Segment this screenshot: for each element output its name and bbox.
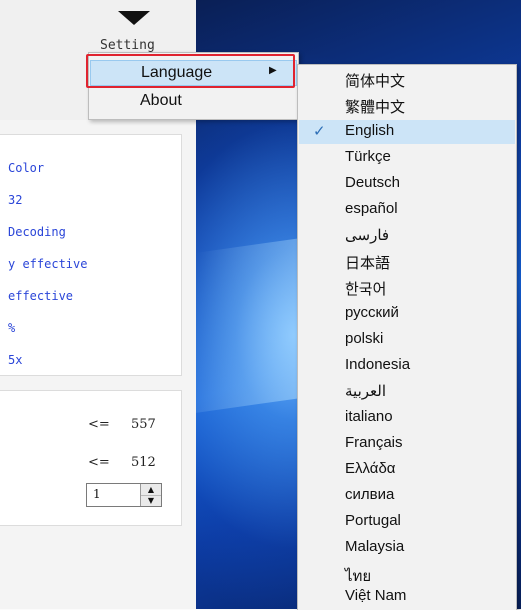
language-item[interactable]: Français bbox=[299, 432, 515, 456]
language-item[interactable]: Việt Nam bbox=[299, 585, 515, 609]
compare-operator: <= bbox=[88, 455, 110, 470]
setting-line[interactable]: Color bbox=[8, 161, 44, 175]
language-label: Ελλάδα bbox=[345, 460, 396, 477]
language-item[interactable]: 한국어 bbox=[299, 276, 515, 300]
language-label: English bbox=[345, 122, 395, 139]
language-label: 日本語 bbox=[345, 255, 391, 272]
stepper-buttons: ▲ ▼ bbox=[140, 484, 161, 506]
language-item[interactable]: polski bbox=[299, 328, 515, 352]
language-item[interactable]: italiano bbox=[299, 406, 515, 430]
language-item[interactable]: Ελλάδα bbox=[299, 458, 515, 482]
menu-item-label: About bbox=[140, 92, 182, 109]
language-label: polski bbox=[345, 330, 384, 347]
language-label: 繁體中文 bbox=[345, 99, 406, 116]
language-item[interactable]: 繁體中文 bbox=[299, 94, 515, 118]
language-item[interactable]: Indonesia bbox=[299, 354, 515, 378]
language-item[interactable]: 日本語 bbox=[299, 250, 515, 274]
setting-line[interactable]: 32 bbox=[8, 193, 22, 207]
setting-line[interactable]: 5x bbox=[8, 353, 22, 367]
language-label: Français bbox=[345, 434, 403, 451]
language-label: 简体中文 bbox=[345, 73, 406, 90]
language-label: العربية bbox=[345, 383, 386, 400]
limits-group: <= 557 <= 512 1 ▲ ▼ bbox=[0, 390, 182, 526]
stepper-down-icon[interactable]: ▼ bbox=[141, 495, 161, 506]
language-item[interactable]: español bbox=[299, 198, 515, 222]
language-label: Deutsch bbox=[345, 174, 401, 191]
language-item[interactable]: Portugal bbox=[299, 510, 515, 534]
compare-value: 557 bbox=[131, 417, 156, 432]
language-item[interactable]: 简体中文 bbox=[299, 68, 515, 92]
language-item[interactable]: русский bbox=[299, 302, 515, 326]
menu-item-about[interactable]: About bbox=[90, 89, 297, 113]
compare-operator: <= bbox=[88, 417, 110, 432]
setting-line[interactable]: effective bbox=[8, 289, 73, 303]
setting-line[interactable]: % bbox=[8, 321, 15, 335]
dropdown-triangle-icon[interactable] bbox=[118, 11, 150, 25]
language-label: فارسی bbox=[345, 227, 390, 244]
quantity-stepper[interactable]: 1 ▲ ▼ bbox=[86, 483, 162, 507]
language-label: 한국어 bbox=[345, 281, 387, 298]
check-icon: ✓ bbox=[313, 122, 326, 140]
stepper-value[interactable]: 1 bbox=[93, 487, 101, 501]
settings-group: Color 32 Decoding y effective effective … bbox=[0, 134, 182, 376]
language-item[interactable]: Malaysia bbox=[299, 536, 515, 560]
compare-value: 512 bbox=[131, 455, 156, 470]
language-item[interactable]: ไทย bbox=[299, 562, 515, 586]
language-item[interactable]: Deutsch bbox=[299, 172, 515, 196]
setting-button[interactable]: Setting bbox=[100, 38, 155, 53]
language-item[interactable]: Türkçe bbox=[299, 146, 515, 170]
language-submenu: 简体中文 繁體中文 ✓ English Türkçe Deutsch españo… bbox=[297, 64, 517, 610]
language-label: русский bbox=[345, 304, 399, 321]
highlight-outline bbox=[86, 54, 295, 88]
language-item-selected[interactable]: ✓ English bbox=[299, 120, 515, 144]
language-label: Malaysia bbox=[345, 538, 405, 555]
language-label: Türkçe bbox=[345, 148, 391, 165]
language-item[interactable]: силвиа bbox=[299, 484, 515, 508]
language-label: Indonesia bbox=[345, 356, 411, 373]
setting-line[interactable]: Decoding bbox=[8, 225, 66, 239]
language-item[interactable]: فارسی bbox=[299, 224, 515, 248]
language-label: силвиа bbox=[345, 486, 395, 503]
language-label: italiano bbox=[345, 408, 393, 425]
language-label: Portugal bbox=[345, 512, 401, 529]
setting-line[interactable]: y effective bbox=[8, 257, 87, 271]
language-label: Việt Nam bbox=[345, 587, 407, 604]
language-item[interactable]: العربية bbox=[299, 380, 515, 404]
language-label: español bbox=[345, 200, 398, 217]
